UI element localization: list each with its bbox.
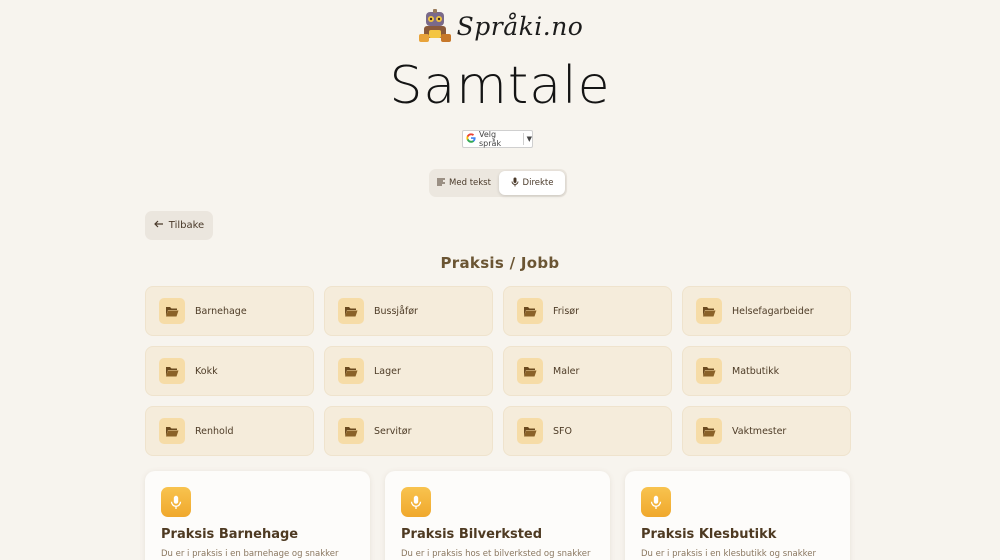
microphone-icon [641, 487, 671, 517]
folder-open-icon [159, 298, 185, 324]
back-button-label: Tilbake [168, 220, 205, 231]
lesson-title: Praksis Bilverksted [401, 527, 543, 542]
site-logo[interactable]: Språki.no [0, 8, 1000, 44]
language-select-label: Velg språk [479, 130, 502, 148]
folder-open-icon [159, 418, 185, 444]
folder-open-icon [696, 358, 722, 384]
category-card-maler[interactable]: Maler [503, 346, 672, 396]
lesson-description: Du er i praksis i en barnehage og snakke… [161, 549, 339, 559]
category-label: Lager [374, 365, 401, 377]
category-label: Renhold [195, 425, 234, 437]
lesson-card-bilverksted[interactable]: Praksis Bilverksted Du er i praksis hos … [385, 471, 610, 560]
category-label: Frisør [553, 305, 579, 317]
microphone-icon [401, 487, 431, 517]
folder-open-icon [696, 418, 722, 444]
category-label: Vaktmester [732, 425, 787, 437]
text-lines-icon [437, 178, 446, 189]
category-card-servitor[interactable]: Servitør [324, 406, 493, 456]
category-card-lager[interactable]: Lager [324, 346, 493, 396]
caret-down-icon: ▼ [526, 135, 532, 143]
category-label: SFO [553, 425, 572, 437]
category-card-helsefagarbeider[interactable]: Helsefagarbeider [682, 286, 851, 336]
lesson-title: Praksis Klesbutikk [641, 527, 777, 542]
category-card-sfo[interactable]: SFO [503, 406, 672, 456]
mode-text-button[interactable]: Med tekst [431, 171, 497, 195]
microphone-icon [161, 487, 191, 517]
mode-direct-button[interactable]: Direkte [499, 171, 565, 195]
lesson-title: Praksis Barnehage [161, 527, 299, 542]
category-card-vaktmester[interactable]: Vaktmester [682, 406, 851, 456]
mode-text-label: Med tekst [449, 178, 491, 188]
lesson-card-klesbutikk[interactable]: Praksis Klesbutikk Du er i praksis i en … [625, 471, 850, 560]
arrow-left-icon [153, 220, 164, 231]
folder-open-icon [517, 298, 543, 324]
category-card-frisor[interactable]: Frisør [503, 286, 672, 336]
category-label: Maler [553, 365, 580, 377]
google-icon [466, 133, 476, 145]
microphone-icon [511, 177, 519, 190]
category-label: Helsefagarbeider [732, 305, 814, 317]
language-select[interactable]: Velg språk ▼ [462, 130, 533, 148]
category-card-kokk[interactable]: Kokk [145, 346, 314, 396]
back-button[interactable]: Tilbake [145, 211, 213, 240]
mode-toggle: Med tekst Direkte [429, 169, 567, 197]
logo-text: Språki.no [456, 11, 584, 41]
lesson-card-barnehage[interactable]: Praksis Barnehage Du er i praksis i en b… [145, 471, 370, 560]
category-card-renhold[interactable]: Renhold [145, 406, 314, 456]
mode-direct-label: Direkte [522, 178, 554, 188]
folder-open-icon [696, 298, 722, 324]
folder-open-icon [338, 418, 364, 444]
category-card-barnehage[interactable]: Barnehage [145, 286, 314, 336]
category-label: Matbutikk [732, 365, 780, 377]
lesson-description: Du er i praksis i en klesbutikk og snakk… [641, 549, 817, 559]
folder-open-icon [517, 358, 543, 384]
category-card-bussjafor[interactable]: Bussjåfør [324, 286, 493, 336]
category-grid: Barnehage Bussjåfør Frisør Helsefagarbei… [145, 286, 851, 456]
category-card-matbutikk[interactable]: Matbutikk [682, 346, 851, 396]
robot-mascot-icon [417, 8, 453, 44]
divider [522, 133, 524, 145]
lesson-list: Praksis Barnehage Du er i praksis i en b… [145, 471, 850, 560]
section-title: Praksis / Jobb [440, 254, 560, 272]
folder-open-icon [338, 298, 364, 324]
folder-open-icon [517, 418, 543, 444]
lesson-description: Du er i praksis hos et bilverksted og sn… [401, 549, 591, 559]
folder-open-icon [338, 358, 364, 384]
category-label: Bussjåfør [374, 305, 418, 317]
page-title: Samtale [389, 56, 611, 116]
category-label: Barnehage [195, 305, 247, 317]
folder-open-icon [159, 358, 185, 384]
category-label: Servitør [374, 425, 412, 437]
category-label: Kokk [195, 365, 218, 377]
